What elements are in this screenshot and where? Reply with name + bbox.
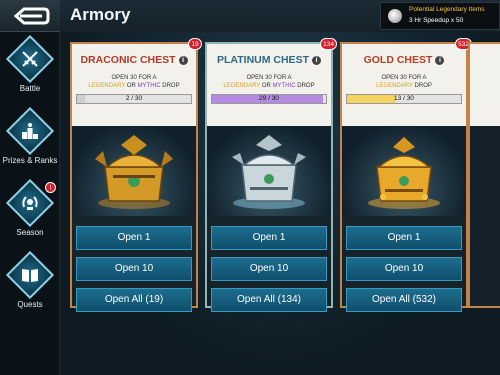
chest-progress-bar: 29 / 30 xyxy=(211,94,327,104)
drop-text: DROP xyxy=(412,83,432,89)
sidebar-item-quests[interactable]: Quests xyxy=(0,250,60,322)
chest-card-gold: GOLD CHEST i OPEN 30 FOR A LEGENDARY DROP… xyxy=(340,38,472,312)
chest-image-area xyxy=(72,126,196,216)
info-icon[interactable]: i xyxy=(311,55,321,65)
chest-desc-line-1: OPEN 30 FOR A xyxy=(246,75,292,81)
legendary-text: LEGENDARY xyxy=(88,83,126,89)
chest-card-header: GOLD CHEST i OPEN 30 FOR A LEGENDARY DROP… xyxy=(342,44,466,126)
platinum-chest-icon xyxy=(232,135,306,209)
chest-card-draconic: DRACONIC CHEST i OPEN 30 FOR A LEGENDARY … xyxy=(70,38,202,312)
chest-desc-line-1: OPEN 30 FOR A xyxy=(111,75,157,81)
legendary-text: LEGENDARY xyxy=(376,83,413,89)
drop-text: DROP xyxy=(160,83,180,89)
back-arrow-icon xyxy=(13,7,50,24)
chest-desc-line-2: LEGENDARY OR MYTHIC DROP xyxy=(82,82,186,90)
sidebar-item-prizes-ranks[interactable]: Prizes & Ranks xyxy=(0,106,60,178)
chest-description: OPEN 30 FOR A LEGENDARY DROP xyxy=(352,74,456,90)
open-10-button[interactable]: Open 10 xyxy=(211,257,327,281)
open-1-button[interactable]: Open 1 xyxy=(76,226,192,250)
mythic-text: MYTHIC xyxy=(137,83,161,89)
chest-desc-line-2: LEGENDARY DROP xyxy=(352,82,456,90)
progress-text: 29 / 30 xyxy=(259,95,279,102)
sidebar-item-label: Quests xyxy=(17,300,43,309)
chest-title[interactable]: PLATINUM CHEST i xyxy=(207,54,331,66)
legendary-items-subtitle: 3 Hr Speedup x 50 xyxy=(409,17,464,24)
page-title: Armory xyxy=(70,5,131,24)
chest-name: PLATINUM CHEST xyxy=(217,54,309,66)
chest-name: DRACONIC CHEST xyxy=(80,54,176,66)
legendary-items-title: Potential Legendary Items xyxy=(409,6,485,13)
legendary-text: LEGENDARY xyxy=(223,83,261,89)
chest-title[interactable]: GOLD CHEST i xyxy=(342,54,466,66)
stopwatch-icon xyxy=(388,9,402,23)
chest-card-platinum: PLATINUM CHEST i OPEN 30 FOR A LEGENDARY … xyxy=(205,38,337,312)
chest-description: OPEN 30 FOR A LEGENDARY OR MYTHIC DROP xyxy=(82,74,186,90)
sidebar-item-label: Battle xyxy=(19,84,41,93)
open-1-button[interactable]: Open 1 xyxy=(346,226,462,250)
chest-card-header xyxy=(470,44,500,126)
sidebar-item-season[interactable]: ! Season xyxy=(0,178,60,250)
potential-legendary-items-panel[interactable]: Potential Legendary Items 3 Hr Speedup x… xyxy=(380,2,500,30)
chest-card-header: PLATINUM CHEST i OPEN 30 FOR A LEGENDARY … xyxy=(207,44,331,126)
chest-name: GOLD CHEST xyxy=(363,54,433,66)
or-text: OR xyxy=(125,83,138,89)
mythic-text: MYTHIC xyxy=(272,83,296,89)
chest-description: OPEN 30 FOR A LEGENDARY OR MYTHIC DROP xyxy=(217,74,321,90)
info-icon[interactable]: i xyxy=(435,55,445,65)
open-all-button[interactable]: Open All (532) xyxy=(346,288,462,312)
open-all-button[interactable]: Open All (19) xyxy=(76,288,192,312)
sidebar-item-label: Prizes & Ranks xyxy=(2,156,58,165)
chest-progress-bar: 13 / 30 xyxy=(346,94,462,104)
chest-title[interactable]: DRACONIC CHEST i xyxy=(72,54,196,66)
chest-image-area xyxy=(207,126,331,216)
progress-text: 13 / 30 xyxy=(394,95,414,102)
open-all-button[interactable]: Open All (134) xyxy=(211,288,327,312)
sidebar-item-label: Season xyxy=(16,228,44,237)
chest-desc-line-2: LEGENDARY OR MYTHIC DROP xyxy=(217,82,321,90)
progress-text: 2 / 30 xyxy=(125,95,143,102)
book-icon xyxy=(5,250,55,300)
top-header: Armory Potential Legendary Items 3 Hr Sp… xyxy=(60,0,500,32)
chest-card-header: DRACONIC CHEST i OPEN 30 FOR A LEGENDARY … xyxy=(72,44,196,126)
back-button[interactable] xyxy=(0,0,60,32)
chest-count-badge: 134 xyxy=(320,38,337,50)
chest-count-badge: 19 xyxy=(188,38,202,50)
chest-grid: DRACONIC CHEST i OPEN 30 FOR A LEGENDARY … xyxy=(60,32,500,375)
open-10-button[interactable]: Open 10 xyxy=(76,257,192,281)
chest-progress-bar: 2 / 30 xyxy=(76,94,192,104)
or-text: OR xyxy=(260,83,273,89)
open-10-button[interactable]: Open 10 xyxy=(346,257,462,281)
info-icon[interactable]: i xyxy=(178,55,188,65)
chest-desc-line-1: OPEN 30 FOR A xyxy=(381,75,427,81)
sidebar-item-battle[interactable]: Battle xyxy=(0,34,60,106)
podium-icon xyxy=(5,106,55,156)
chest-card-partial[interactable] xyxy=(468,42,500,308)
draconic-chest-icon xyxy=(95,135,173,209)
sidebar: Battle Prizes & Ranks ! Season Quests xyxy=(0,0,60,375)
crossed-swords-icon xyxy=(5,34,55,84)
drop-text: DROP xyxy=(295,83,315,89)
gold-chest-icon xyxy=(368,137,440,209)
open-1-button[interactable]: Open 1 xyxy=(211,226,327,250)
chest-image-area xyxy=(342,126,466,216)
season-notification-badge: ! xyxy=(45,182,56,193)
